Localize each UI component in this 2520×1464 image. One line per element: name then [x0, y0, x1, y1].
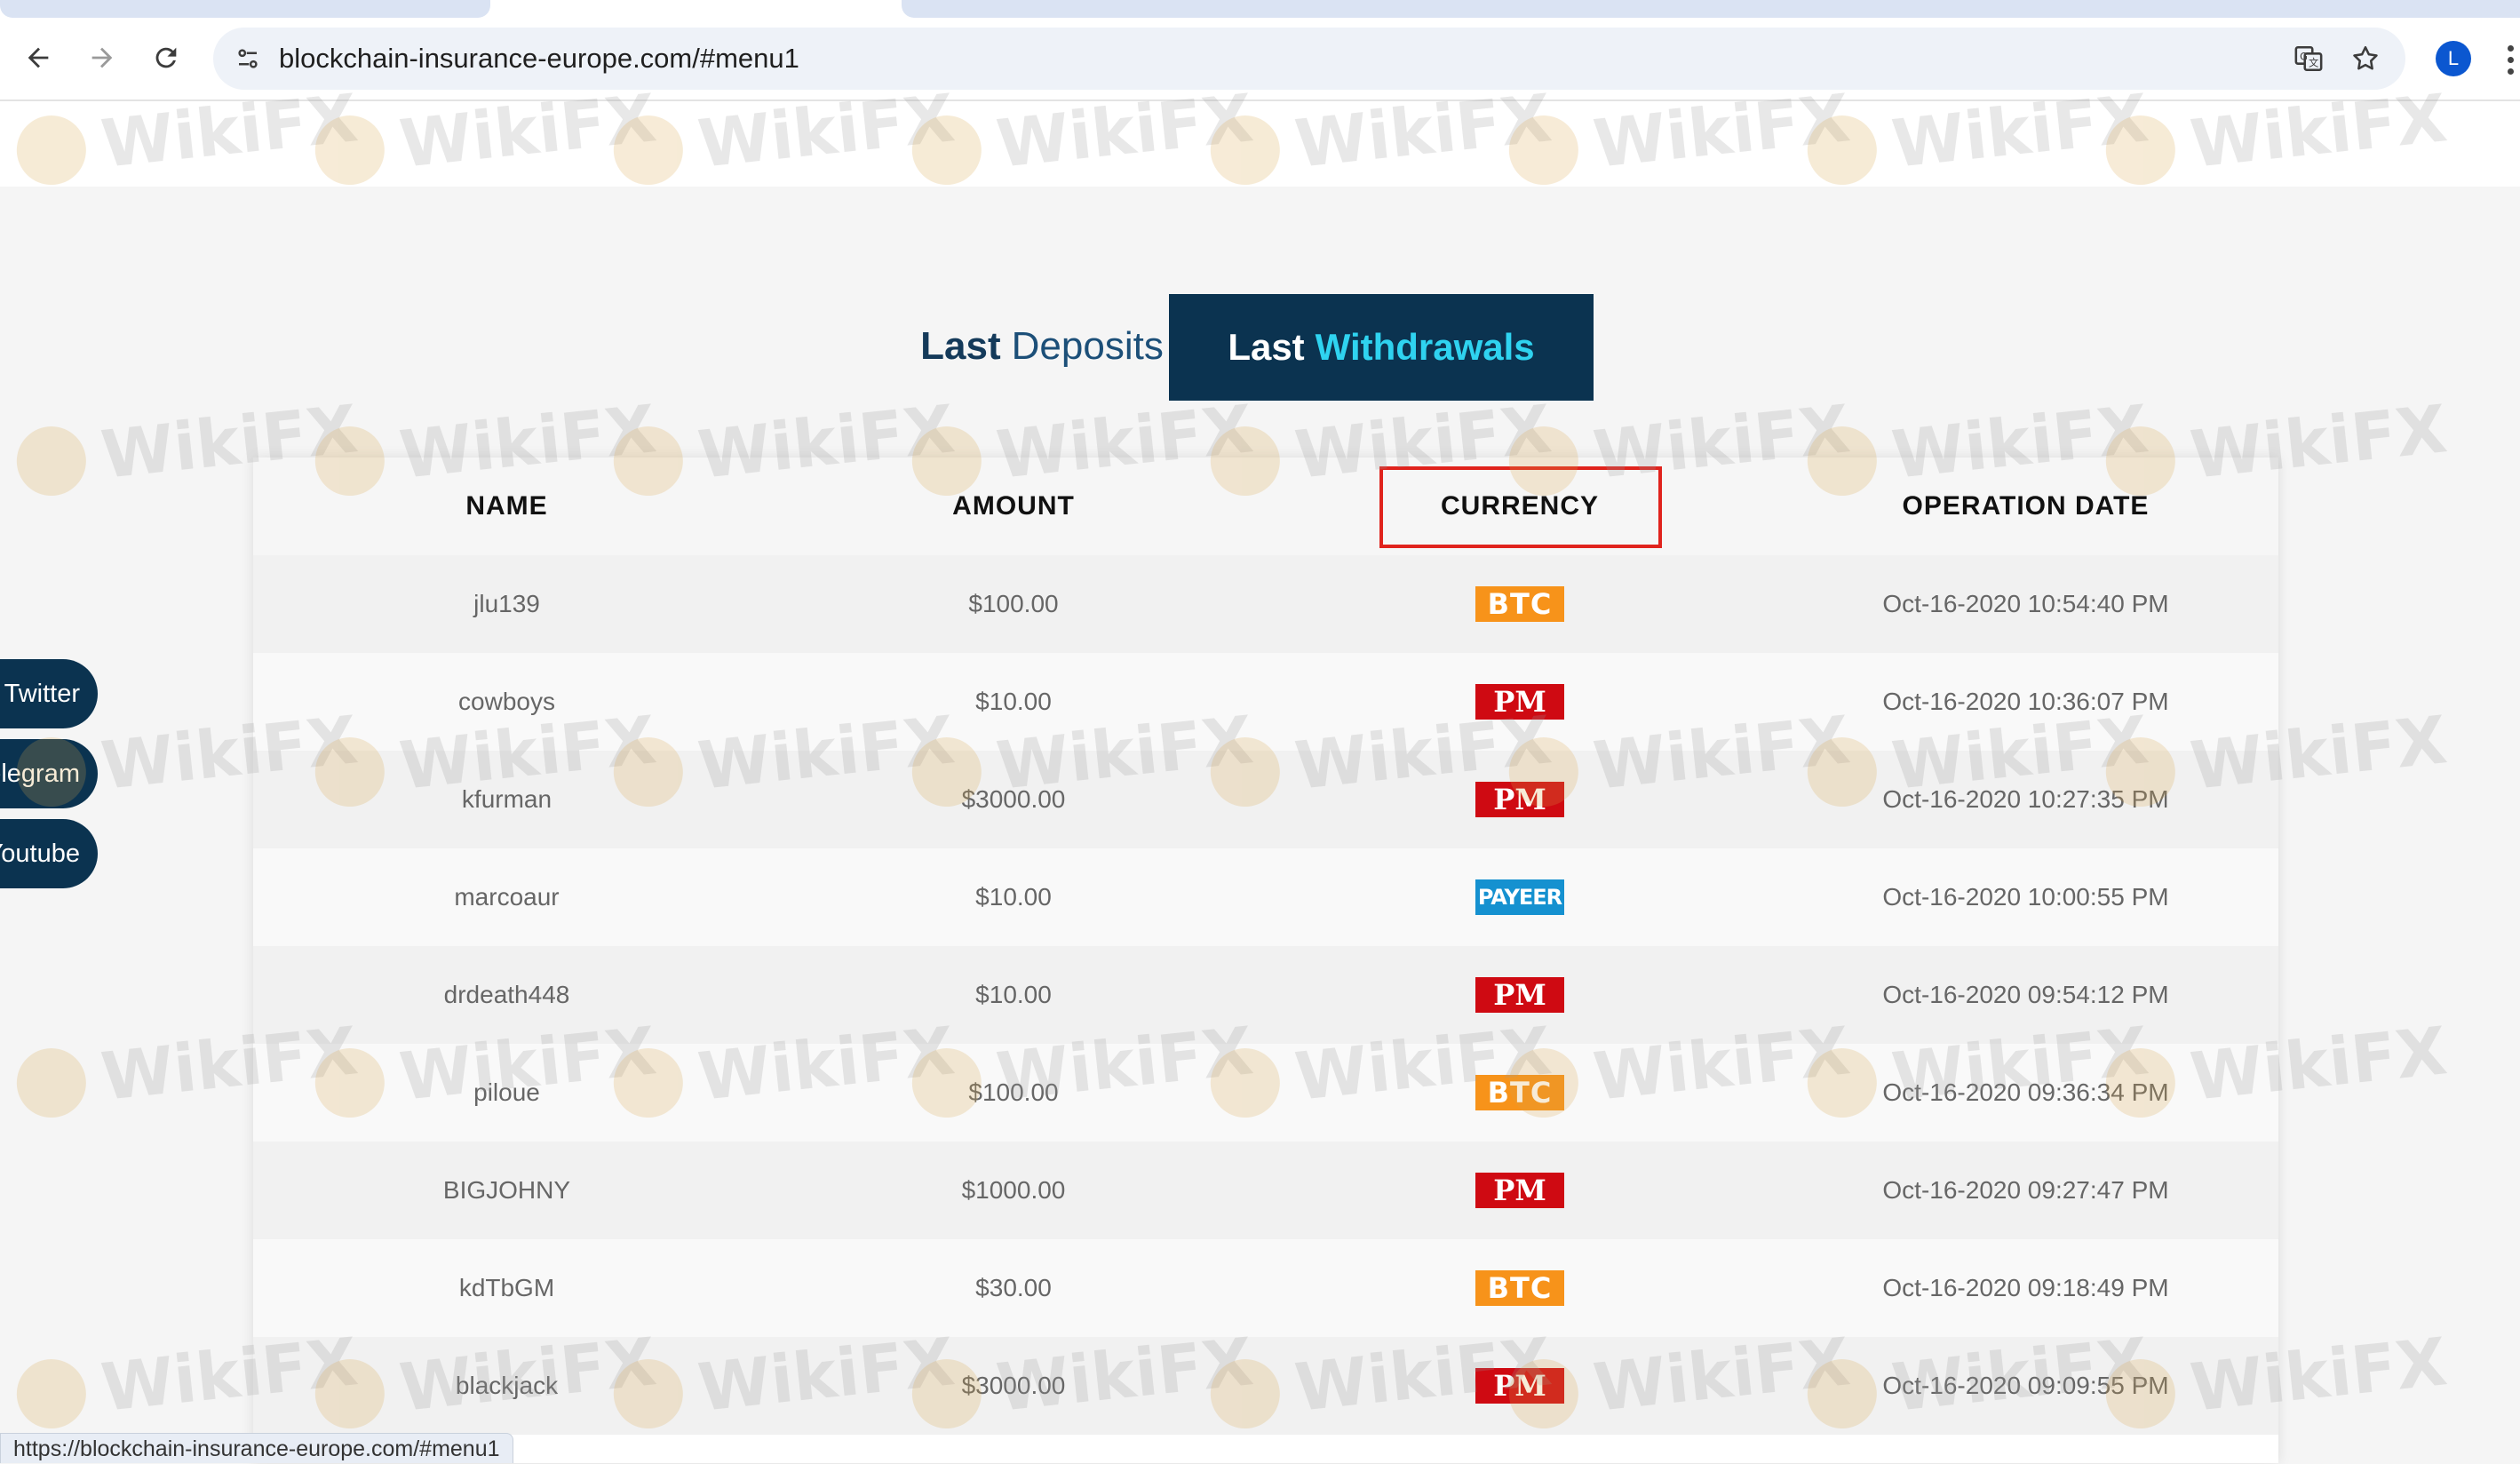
- cell-name: kdTbGM: [458, 1274, 555, 1301]
- reload-icon[interactable]: [146, 37, 187, 78]
- browser-tab[interactable]: [0, 0, 490, 18]
- menu-icon[interactable]: [2500, 39, 2520, 80]
- cell-operation-date: Oct-16-2020 09:54:12 PM: [1882, 981, 2169, 1008]
- cell-operation-date: Oct-16-2020 09:27:47 PM: [1882, 1176, 2169, 1204]
- currency-badge-pm: PM: [1475, 782, 1564, 817]
- cell-name: kfurman: [461, 785, 552, 813]
- tab-withdrawals-label: Withdrawals: [1315, 326, 1535, 368]
- social-label: Telegram: [0, 759, 80, 788]
- table-row: kfurman $3000.00 PM Oct-16-2020 10:27:35 PM: [253, 751, 2278, 848]
- address-bar[interactable]: blockchain-insurance-europe.com/#menu1 G…: [213, 28, 2405, 90]
- profile-avatar[interactable]: L: [2436, 41, 2471, 76]
- back-arrow-icon[interactable]: [18, 37, 59, 78]
- social-button-youtube[interactable]: Youtube: [0, 819, 98, 888]
- cell-amount: $100.00: [968, 590, 1059, 617]
- table-header: NAME AMOUNT CURRENCY OPERATION DATE: [253, 458, 2278, 555]
- tab-last-deposits[interactable]: Last Deposits: [915, 293, 1169, 400]
- svg-text:G: G: [2300, 50, 2308, 62]
- currency-badge-pm: PM: [1475, 684, 1564, 720]
- table-row: kdTbGM $30.00 BTC Oct-16-2020 09:18:49 PM: [253, 1239, 2278, 1337]
- social-button-twitter[interactable]: Twitter: [0, 659, 98, 728]
- withdrawals-table: NAME AMOUNT CURRENCY OPERATION DATE jlu1…: [253, 458, 2278, 1463]
- cell-name: marcoaur: [454, 883, 560, 911]
- currency-badge-pm: PM: [1475, 1173, 1564, 1208]
- tab-last-withdrawals[interactable]: Last Withdrawals: [1169, 294, 1594, 401]
- cell-name: drdeath448: [443, 981, 570, 1008]
- column-header-operation-date: OPERATION DATE: [1902, 491, 2150, 521]
- cell-operation-date: Oct-16-2020 09:09:55 PM: [1882, 1372, 2169, 1399]
- url-text[interactable]: blockchain-insurance-europe.com/#menu1: [279, 28, 799, 90]
- currency-badge-pm: PM: [1475, 977, 1564, 1013]
- cell-amount: $1000.00: [961, 1176, 1066, 1204]
- page-header-band: [0, 101, 2520, 187]
- column-header-name: NAME: [465, 491, 548, 521]
- table-row: marcoaur $10.00 PAYEER Oct-16-2020 10:00:55…: [253, 848, 2278, 946]
- cell-currency: PM: [1267, 946, 1773, 1044]
- cell-currency: BTC: [1267, 555, 1773, 653]
- cell-amount: $10.00: [975, 688, 1052, 715]
- currency-badge-pm: PM: [1475, 1368, 1564, 1404]
- social-label: Youtube: [0, 839, 80, 868]
- table-row: BIGJOHNY $1000.00 PM Oct-16-2020 09:27:47 P…: [253, 1142, 2278, 1239]
- cell-amount: $30.00: [975, 1274, 1052, 1301]
- social-button-telegram[interactable]: Telegram: [0, 739, 98, 808]
- tab-deposits-label: Deposits: [1011, 324, 1164, 368]
- table-row: drdeath448 $10.00 PM Oct-16-2020 09:54:12 P…: [253, 946, 2278, 1044]
- cell-name: blackjack: [455, 1372, 559, 1399]
- cell-amount: $10.00: [975, 883, 1052, 911]
- currency-badge-btc: BTC: [1475, 1075, 1564, 1110]
- column-header-amount: AMOUNT: [952, 491, 1075, 521]
- cell-operation-date: Oct-16-2020 09:36:34 PM: [1882, 1078, 2169, 1106]
- cell-operation-date: Oct-16-2020 10:54:40 PM: [1882, 590, 2169, 617]
- table-row: jlu139 $100.00 BTC Oct-16-2020 10:54:40 PM: [253, 555, 2278, 653]
- currency-highlight-box: [1379, 466, 1662, 548]
- svg-text:文: 文: [2309, 57, 2318, 69]
- cell-currency: PM: [1267, 653, 1773, 751]
- cell-currency: BTC: [1267, 1044, 1773, 1142]
- cell-currency: BTC: [1267, 1239, 1773, 1337]
- wikifx-logo-icon: [12, 1045, 90, 1121]
- tab-withdrawals-bold: Last: [1228, 326, 1305, 368]
- forward-arrow-icon[interactable]: [82, 37, 123, 78]
- currency-badge-btc: BTC: [1475, 1270, 1564, 1306]
- cell-operation-date: Oct-16-2020 10:27:35 PM: [1882, 785, 2169, 813]
- currency-badge-payeer: PAYEER: [1475, 879, 1564, 915]
- cell-name: BIGJOHNY: [442, 1176, 571, 1204]
- currency-badge-btc: BTC: [1475, 586, 1564, 622]
- social-label: Twitter: [4, 679, 80, 708]
- cell-currency: PM: [1267, 751, 1773, 848]
- wikifx-logo-icon: [12, 1356, 90, 1432]
- avatar-letter: L: [2447, 47, 2460, 69]
- browser-tab[interactable]: [902, 0, 2520, 18]
- table-row: blackjack $3000.00 PM Oct-16-2020 09:09:55 …: [253, 1337, 2278, 1435]
- wikifx-logo-icon: [12, 423, 90, 499]
- cell-amount: $10.00: [975, 981, 1052, 1008]
- cell-amount: $100.00: [968, 1078, 1059, 1106]
- bookmark-star-icon[interactable]: [2345, 38, 2386, 79]
- translate-icon[interactable]: G 文: [2288, 38, 2329, 79]
- cell-amount: $3000.00: [961, 1372, 1066, 1399]
- cell-currency: PM: [1267, 1142, 1773, 1239]
- cell-operation-date: Oct-16-2020 09:18:49 PM: [1882, 1274, 2169, 1301]
- cell-name: cowboys: [458, 688, 555, 715]
- status-bar-url: https://blockchain-insurance-europe.com/…: [0, 1433, 513, 1463]
- cell-name: jlu139: [473, 590, 540, 617]
- cell-amount: $3000.00: [961, 785, 1066, 813]
- table-row: cowboys $10.00 PM Oct-16-2020 10:36:07 PM: [253, 653, 2278, 751]
- cell-operation-date: Oct-16-2020 10:00:55 PM: [1882, 883, 2169, 911]
- cell-operation-date: Oct-16-2020 10:36:07 PM: [1882, 688, 2169, 715]
- cell-name: piloue: [473, 1078, 540, 1106]
- tab-deposits-bold: Last: [920, 324, 1001, 368]
- cell-currency: PAYEER: [1267, 848, 1773, 946]
- table-row: piloue $100.00 BTC Oct-16-2020 09:36:34 PM: [253, 1044, 2278, 1142]
- cell-currency: PM: [1267, 1337, 1773, 1435]
- browser-tab-strip: [0, 0, 2520, 18]
- site-info-icon[interactable]: [227, 38, 268, 79]
- browser-toolbar: blockchain-insurance-europe.com/#menu1 G…: [0, 18, 2520, 101]
